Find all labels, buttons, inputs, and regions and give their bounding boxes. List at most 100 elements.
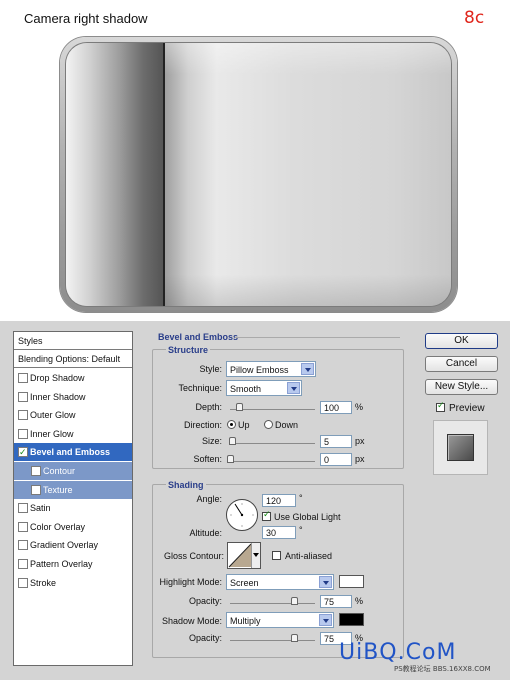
styles-header-label: Styles — [18, 336, 43, 346]
gloss-contour-label: Gloss Contour: — [163, 551, 224, 561]
chevron-down-icon — [253, 553, 259, 557]
highlight-color-swatch[interactable] — [339, 575, 364, 588]
style-item-label: Stroke — [30, 577, 57, 588]
shadow-color-swatch[interactable] — [339, 613, 364, 626]
style-item-checkbox[interactable] — [18, 410, 28, 421]
watermark-logo: UiBQ.CoM — [339, 640, 457, 665]
preview-checkbox[interactable] — [436, 401, 445, 412]
size-field[interactable]: 5 — [320, 435, 352, 448]
angle-label: Angle: — [196, 494, 222, 504]
size-slider-thumb[interactable] — [228, 437, 236, 445]
angle-field[interactable]: 120 — [262, 494, 296, 507]
style-item-checkbox[interactable] — [31, 466, 41, 476]
camera-face — [66, 43, 451, 306]
style-item-checkbox[interactable]: ✓ — [18, 447, 28, 458]
highlight-opacity-label: Opacity: — [188, 596, 222, 606]
soften-slider-track[interactable] — [230, 461, 315, 462]
style-item-label: Pattern Overlay — [30, 559, 93, 569]
style-item-label: Gradient Overlay — [30, 540, 99, 551]
altitude-label: Altitude: — [189, 528, 222, 538]
size-slider-track[interactable] — [230, 443, 315, 444]
preview-swatch — [447, 434, 474, 461]
style-item-contour[interactable]: Contour — [14, 462, 132, 480]
highlight-opacity-thumb[interactable] — [290, 597, 298, 605]
shadow-opacity-track[interactable] — [230, 640, 315, 641]
style-item-blending-options-default[interactable]: Blending Options: Default — [14, 350, 132, 368]
style-item-drop-shadow[interactable]: Drop Shadow — [14, 369, 132, 387]
shading-title: Shading — [166, 480, 206, 490]
angle-dial[interactable] — [226, 499, 258, 531]
depth-slider-track[interactable] — [230, 409, 315, 410]
altitude-field[interactable]: 30 — [262, 526, 296, 539]
size-unit: px — [355, 436, 365, 446]
camera-right-panel — [165, 43, 451, 306]
style-item-checkbox[interactable] — [18, 577, 28, 588]
styles-header[interactable]: Styles — [14, 332, 132, 350]
technique-select[interactable]: Smooth — [226, 380, 302, 396]
depth-field[interactable]: 100 — [320, 401, 352, 414]
preview-thumbnail — [433, 420, 488, 475]
style-item-stroke[interactable]: Stroke — [14, 574, 132, 592]
structure-title: Structure — [166, 345, 211, 355]
gloss-contour-picker[interactable] — [227, 542, 261, 569]
technique-label: Technique: — [178, 383, 222, 393]
camera-left-shadow-panel — [66, 43, 163, 306]
style-select[interactable]: Pillow Emboss — [226, 361, 316, 377]
style-item-checkbox[interactable] — [18, 428, 28, 439]
contour-dropdown-button[interactable] — [251, 543, 260, 568]
style-item-label: Color Overlay — [30, 521, 86, 532]
style-item-inner-shadow[interactable]: Inner Shadow — [14, 388, 132, 406]
altitude-unit: ° — [299, 525, 303, 535]
soften-field[interactable]: 0 — [320, 453, 352, 466]
bevel-emboss-title: Bevel and Emboss — [158, 332, 239, 342]
contour-curve-icon — [228, 543, 252, 568]
style-item-label: Inner Shadow — [30, 391, 86, 402]
highlight-mode-label: Highlight Mode: — [159, 577, 222, 587]
chevron-down-icon — [319, 576, 332, 588]
style-item-color-overlay[interactable]: Color Overlay — [14, 518, 132, 536]
angle-unit: ° — [299, 493, 303, 503]
style-item-checkbox[interactable] — [18, 559, 28, 569]
shadow-mode-value: Multiply — [230, 616, 261, 626]
style-item-checkbox[interactable] — [18, 503, 28, 514]
highlight-opacity-unit: % — [355, 596, 364, 606]
style-item-gradient-overlay[interactable]: Gradient Overlay — [14, 536, 132, 554]
highlight-mode-value: Screen — [230, 578, 259, 588]
style-item-checkbox[interactable] — [18, 391, 28, 402]
shadow-mode-select[interactable]: Multiply — [226, 612, 334, 628]
style-item-checkbox[interactable] — [18, 521, 28, 532]
style-item-outer-glow[interactable]: Outer Glow — [14, 406, 132, 424]
cancel-button[interactable]: Cancel — [425, 356, 498, 372]
style-item-inner-glow[interactable]: Inner Glow — [14, 425, 132, 443]
highlight-opacity-track[interactable] — [230, 603, 315, 604]
ok-button[interactable]: OK — [425, 333, 498, 349]
new-style-button[interactable]: New Style... — [425, 379, 498, 395]
illustration-caption: Camera right shadow — [24, 11, 148, 26]
styles-list-panel: Styles Blending Options: Default Drop Sha… — [13, 331, 133, 666]
style-item-satin[interactable]: Satin — [14, 499, 132, 517]
use-global-light-checkbox[interactable] — [262, 510, 271, 521]
checkmark-icon: ✓ — [19, 448, 27, 459]
style-item-checkbox[interactable] — [18, 373, 28, 383]
direction-down-radio[interactable] — [264, 420, 273, 429]
style-item-pattern-overlay[interactable]: Pattern Overlay — [14, 555, 132, 573]
technique-select-value: Smooth — [230, 384, 262, 394]
shadow-opacity-thumb[interactable] — [290, 634, 298, 642]
highlight-mode-select[interactable]: Screen — [226, 574, 334, 590]
direction-label: Direction: — [183, 420, 222, 430]
style-item-texture[interactable]: Texture — [14, 480, 132, 499]
direction-up-radio[interactable] — [227, 420, 236, 429]
shadow-opacity-label: Opacity: — [188, 633, 222, 643]
style-item-checkbox[interactable] — [31, 484, 41, 495]
angle-dial-needle — [230, 503, 254, 527]
depth-slider-thumb[interactable] — [235, 403, 243, 411]
direction-up-label: Up — [238, 420, 250, 430]
soften-slider-thumb[interactable] — [227, 455, 234, 463]
soften-label: Soften: — [193, 454, 222, 464]
highlight-opacity-field[interactable]: 75 — [320, 595, 352, 608]
style-item-label: Satin — [30, 503, 51, 514]
style-item-checkbox[interactable] — [18, 540, 28, 551]
anti-aliased-checkbox[interactable] — [272, 551, 281, 560]
style-item-bevel-and-emboss[interactable]: ✓ Bevel and Emboss — [14, 443, 132, 462]
style-item-label: Drop Shadow — [30, 373, 85, 383]
